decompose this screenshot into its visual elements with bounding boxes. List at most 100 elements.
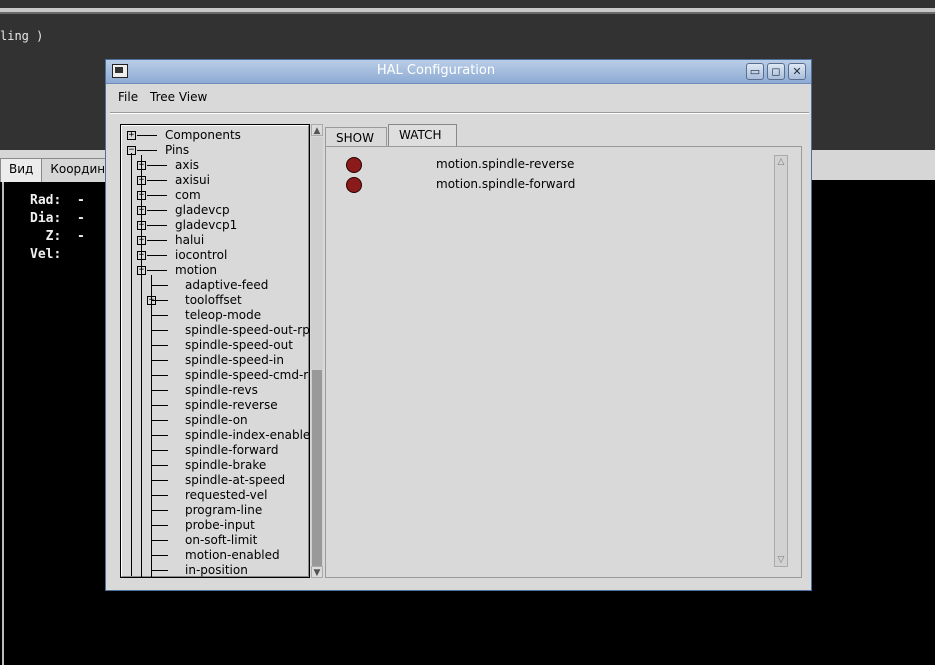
tree-connector [152, 480, 168, 481]
led-indicator-icon [346, 177, 362, 193]
minimize-button[interactable]: ▭ [746, 63, 764, 80]
dro-axis-label: Z: [30, 229, 62, 244]
minimize-icon: ▭ [749, 65, 761, 78]
tree-connector [152, 435, 168, 436]
window-titlebar[interactable]: HAL Configuration ▭ ◻ ✕ [106, 60, 811, 84]
hal-configuration-window: HAL Configuration ▭ ◻ ✕ File Tree View +… [105, 59, 812, 591]
hal-tree-inner: +Components−Pins+axis+axisui+com+gladevc… [121, 125, 309, 577]
tree-node-gladevcp[interactable]: gladevcp [175, 203, 230, 218]
tree-leaf-pin[interactable]: spindle-revs [185, 383, 258, 398]
tree-leaf-pin[interactable]: spindle-speed-out [185, 338, 293, 353]
tree-node-axis[interactable]: axis [175, 158, 199, 173]
dro-row-dia: Dia: - [30, 210, 85, 228]
tree-leaf-pin[interactable]: spindle-on [185, 413, 248, 428]
expand-plus-icon[interactable]: + [127, 131, 136, 140]
tree-leaf-pin[interactable]: program-line [185, 503, 262, 518]
maximize-icon: ◻ [771, 65, 781, 78]
tree-connector [131, 153, 132, 576]
tree-leaf-pin[interactable]: spindle-brake [185, 458, 266, 473]
scroll-up-icon[interactable]: ▲ [311, 124, 323, 136]
tree-connector [147, 195, 167, 196]
close-button[interactable]: ✕ [788, 63, 806, 80]
watch-item[interactable]: motion.spindle-reverse [326, 155, 766, 175]
watch-item-name: motion.spindle-forward [436, 177, 576, 191]
tab-show[interactable]: SHOW [325, 127, 387, 147]
tree-leaf-pin[interactable]: spindle-reverse [185, 398, 278, 413]
tree-connector [147, 225, 167, 226]
tree-leaf-pin[interactable]: requested-vel [185, 488, 267, 503]
tree-connector [152, 465, 168, 466]
tree-connector [141, 155, 142, 577]
watch-scrollbar[interactable]: △ ▽ [774, 155, 788, 567]
tree-leaf-pin[interactable]: teleop-mode [185, 308, 261, 323]
dro-value: - [76, 193, 85, 208]
tree-connector [152, 495, 168, 496]
menubar: File Tree View [106, 86, 811, 112]
dro-axis-label: Dia: [30, 211, 62, 226]
tree-connector [137, 135, 157, 136]
tree-connector [152, 555, 168, 556]
tree-connector [147, 240, 167, 241]
tree-leaf-pin[interactable]: spindle-forward [185, 443, 278, 458]
tree-node-axisui[interactable]: axisui [175, 173, 210, 188]
tree-connector [147, 165, 167, 166]
tree-connector [152, 570, 168, 571]
tree-leaf-pin[interactable]: spindle-at-speed [185, 473, 285, 488]
tree-connector [147, 270, 167, 271]
tree-connector [147, 255, 167, 256]
tree-leaf-pin[interactable]: motion-enabled [185, 548, 280, 563]
watch-item-name: motion.spindle-reverse [436, 157, 575, 171]
led-indicator-icon [346, 157, 362, 173]
tree-node-iocontrol[interactable]: iocontrol [175, 248, 227, 263]
tree-connector [152, 390, 168, 391]
dro-axis-label: Rad: [30, 193, 62, 208]
tree-leaf-pin[interactable]: spindle-speed-in [185, 353, 284, 368]
tree-leaf-pin[interactable]: spindle-speed-cmd-rps [185, 368, 309, 383]
close-icon: ✕ [792, 65, 802, 78]
tree-scrollbar-trough[interactable] [311, 137, 323, 566]
menubar-divider [110, 112, 809, 114]
tree-leaf-pin[interactable]: on-soft-limit [185, 533, 257, 548]
menu-tree-view[interactable]: Tree View [150, 90, 207, 104]
tab-watch[interactable]: WATCH [388, 124, 457, 147]
tree-connector [152, 315, 168, 316]
tree-connector [152, 450, 168, 451]
tree-connector [137, 150, 157, 151]
tree-leaf-pin[interactable]: tooloffset [185, 293, 242, 308]
menu-file[interactable]: File [118, 90, 138, 104]
tree-node-com[interactable]: com [175, 188, 201, 203]
tree-leaf-pin[interactable]: adaptive-feed [185, 278, 268, 293]
dro-axis-label: Vel: [30, 247, 62, 262]
tree-connector [147, 180, 167, 181]
dro-readout: Rad: - Dia: - Z: - Vel: [30, 192, 85, 264]
scroll-down-icon[interactable]: ▽ [775, 554, 787, 566]
tree-node-halui[interactable]: halui [175, 233, 204, 248]
tree-connector [152, 345, 168, 346]
tab-coordinates[interactable]: Координ [41, 158, 115, 182]
dro-row-rad: Rad: - [30, 192, 85, 210]
dro-value: - [76, 211, 85, 226]
tree-connector [152, 405, 168, 406]
terminal-text: ling ) [0, 29, 44, 43]
tree-leaf-pin[interactable]: probe-input [185, 518, 255, 533]
scroll-down-icon[interactable]: ▼ [311, 566, 323, 578]
tree-node-gladevcp1[interactable]: gladevcp1 [175, 218, 237, 233]
tree-node-pins[interactable]: Pins [165, 143, 189, 158]
tree-node-motion[interactable]: motion [175, 263, 217, 278]
tree-connector [152, 420, 168, 421]
tree-node-components[interactable]: Components [165, 128, 241, 143]
tree-leaf-pin[interactable]: in-position [185, 563, 248, 577]
tree-leaf-pin[interactable]: spindle-index-enable [185, 428, 309, 443]
tree-connector [152, 330, 168, 331]
tab-view[interactable]: Вид [0, 158, 43, 182]
tree-scrollbar[interactable]: ▲ ▼ [311, 124, 323, 578]
tree-connector [147, 210, 167, 211]
terminal-top-border-shadow [0, 12, 935, 14]
window-title: HAL Configuration [376, 63, 496, 78]
scroll-up-icon[interactable]: △ [775, 156, 787, 168]
tree-leaf-pin[interactable]: spindle-speed-out-rps [185, 323, 309, 338]
tree-scrollbar-thumb[interactable] [312, 370, 322, 566]
watch-item[interactable]: motion.spindle-forward [326, 175, 766, 195]
hal-tree[interactable]: +Components−Pins+axis+axisui+com+gladevc… [120, 124, 310, 578]
maximize-button[interactable]: ◻ [767, 63, 785, 80]
